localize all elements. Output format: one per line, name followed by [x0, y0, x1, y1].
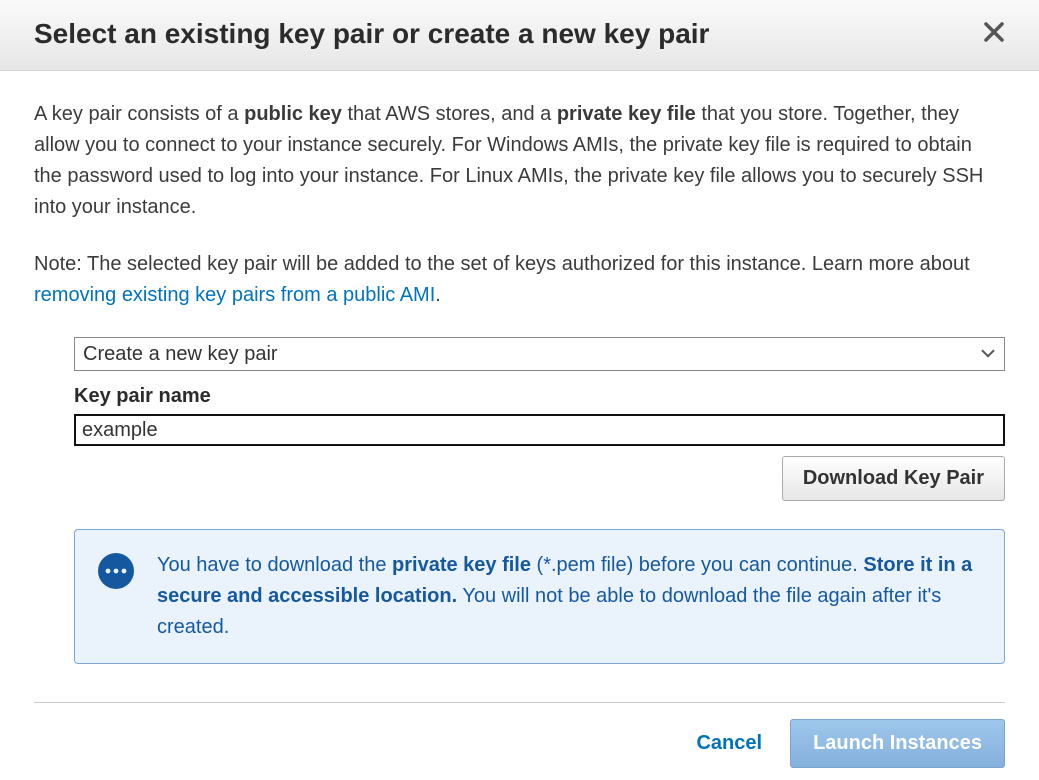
keypair-option-select-wrap: Create a new key pair [74, 337, 1005, 371]
dialog-header: Select an existing key pair or create a … [0, 0, 1039, 71]
remove-keypairs-link[interactable]: removing existing key pairs from a publi… [34, 284, 435, 306]
keypair-name-label: Key pair name [74, 381, 1005, 412]
key-pair-dialog: Select an existing key pair or create a … [0, 0, 1039, 768]
description-paragraph-1: A key pair consists of a public key that… [34, 99, 1005, 223]
close-icon[interactable] [977, 16, 1011, 52]
description-paragraph-2: Note: The selected key pair will be adde… [34, 249, 1005, 311]
download-keypair-button[interactable]: Download Key Pair [782, 456, 1005, 501]
cancel-button[interactable]: Cancel [692, 724, 766, 763]
launch-instances-button[interactable]: Launch Instances [790, 719, 1005, 768]
form-block: Create a new key pair Key pair name Down… [74, 337, 1005, 501]
dialog-footer: Cancel Launch Instances [34, 702, 1005, 768]
dialog-title: Select an existing key pair or create a … [34, 18, 709, 50]
keypair-option-select[interactable]: Create a new key pair [74, 337, 1005, 371]
info-text: You have to download the private key fil… [157, 550, 982, 643]
keypair-name-input[interactable] [74, 414, 1005, 446]
dialog-body: A key pair consists of a public key that… [0, 71, 1039, 672]
info-box: You have to download the private key fil… [74, 529, 1005, 664]
download-row: Download Key Pair [74, 456, 1005, 501]
info-icon [97, 552, 135, 643]
